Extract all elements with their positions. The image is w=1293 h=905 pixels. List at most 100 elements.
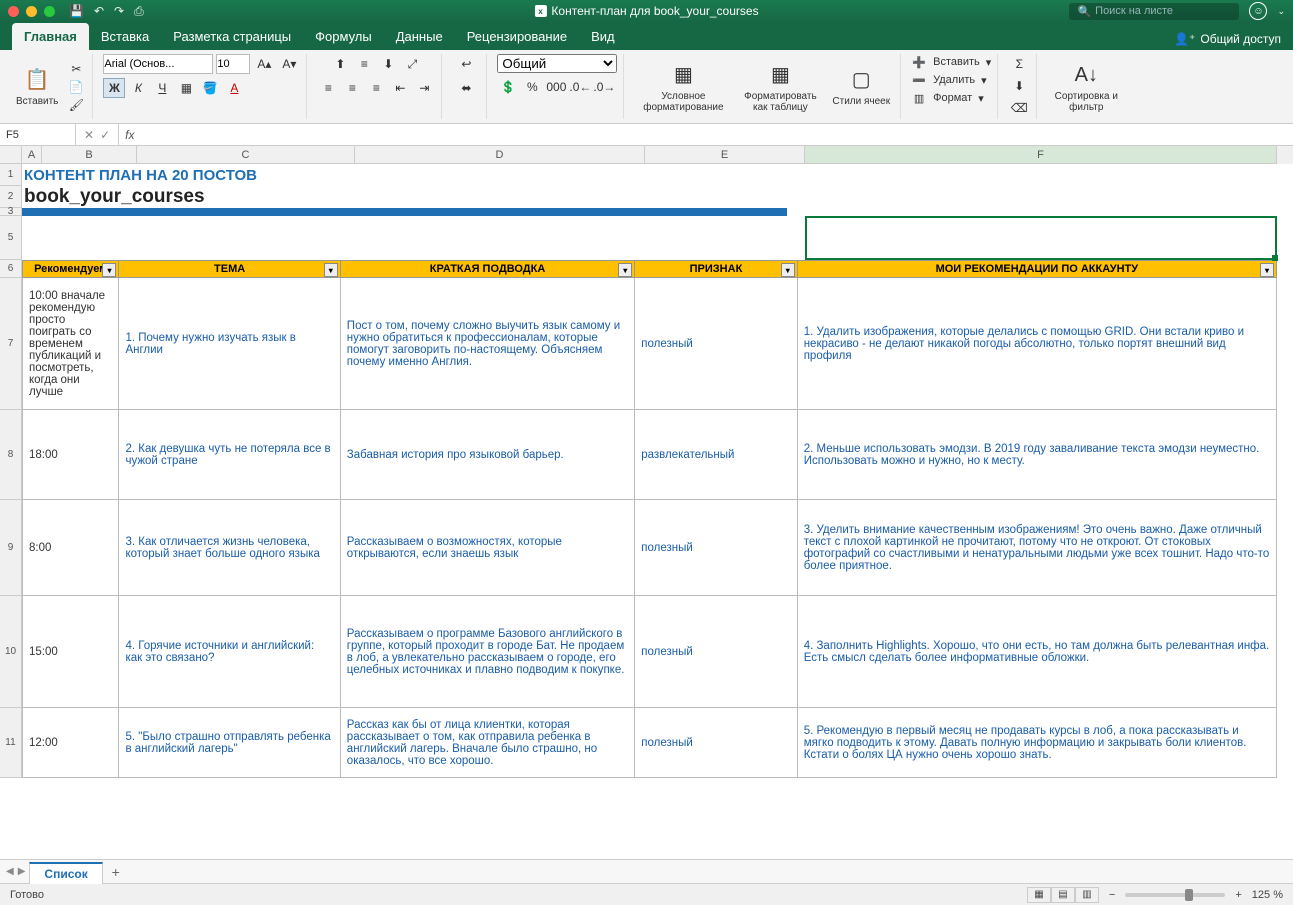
comma-icon[interactable]: 000 <box>545 77 567 97</box>
col-head-e[interactable]: E <box>645 146 805 164</box>
row-head[interactable]: 9 <box>0 500 22 596</box>
filter-icon[interactable]: ▾ <box>1260 263 1274 277</box>
tab-insert[interactable]: Вставка <box>89 23 161 50</box>
cell-tag[interactable]: полезный <box>635 596 797 708</box>
search-sheet-input[interactable]: 🔍 Поиск на листе <box>1069 3 1239 20</box>
cell-tag[interactable]: полезный <box>635 708 797 778</box>
col-head-a[interactable]: A <box>22 146 42 164</box>
cell-time[interactable]: 18:00 <box>23 410 119 500</box>
col-head-d[interactable]: D <box>355 146 645 164</box>
worksheet-area[interactable]: A B C D E F 123567891011 КОНТЕНТ ПЛАН НА… <box>0 146 1293 859</box>
view-normal-icon[interactable]: ▦ <box>1027 887 1051 903</box>
cell-rec[interactable]: 5. Рекомендую в первый месяц не продават… <box>797 708 1276 778</box>
decrease-font-icon[interactable]: A▾ <box>278 54 300 74</box>
tab-formulas[interactable]: Формулы <box>303 23 384 50</box>
cell-topic[interactable]: 4. Горячие источники и английский: как э… <box>119 596 340 708</box>
zoom-in-button[interactable]: + <box>1235 889 1241 901</box>
increase-font-icon[interactable]: A▴ <box>253 54 275 74</box>
format-as-table-button[interactable]: ▦ Форматировать как таблицу <box>736 59 824 115</box>
percent-icon[interactable]: % <box>521 77 543 97</box>
filter-icon[interactable]: ▾ <box>618 263 632 277</box>
cell-time[interactable]: 8:00 <box>23 500 119 596</box>
row-head[interactable]: 10 <box>0 596 22 708</box>
align-bottom-icon[interactable]: ⬇ <box>377 54 399 74</box>
row-head[interactable]: 1 <box>0 164 22 186</box>
add-sheet-button[interactable]: + <box>107 863 125 881</box>
view-page-break-icon[interactable]: ▥ <box>1075 887 1099 903</box>
align-center-icon[interactable]: ≡ <box>341 78 363 98</box>
zoom-out-button[interactable]: − <box>1109 889 1115 901</box>
print-icon[interactable]: ⎙ <box>134 4 144 19</box>
active-cell[interactable] <box>805 216 1277 260</box>
th-time[interactable]: Рекомендуем▾ <box>23 261 119 278</box>
cell-rec[interactable]: 2. Меньше использовать эмодзи. В 2019 го… <box>797 410 1276 500</box>
zoom-thumb[interactable] <box>1185 889 1193 901</box>
conditional-format-button[interactable]: ▦ Условное форматирование <box>634 59 732 115</box>
currency-icon[interactable]: 💲 <box>497 77 519 97</box>
maximize-window[interactable] <box>44 6 55 17</box>
redo-icon[interactable]: ↷ <box>114 4 124 18</box>
feedback-icon[interactable]: ☺ <box>1249 2 1267 20</box>
cancel-formula-icon[interactable]: ✕ <box>84 128 94 142</box>
cell-lead[interactable]: Пост о том, почему сложно выучить язык с… <box>340 278 634 410</box>
orientation-icon[interactable]: ⤢ <box>401 54 423 74</box>
sheet-nav-next-icon[interactable]: ▶ <box>18 866 26 877</box>
chevron-down-icon[interactable]: ⌄ <box>1277 6 1285 17</box>
zoom-slider[interactable] <box>1125 893 1225 897</box>
row-head[interactable]: 6 <box>0 260 22 278</box>
row-head[interactable]: 8 <box>0 410 22 500</box>
insert-cells-button[interactable]: ➕Вставить ▾ <box>911 54 991 70</box>
select-all-corner[interactable] <box>0 146 22 164</box>
cell-topic[interactable]: 5. "Было страшно отправлять ребенка в ан… <box>119 708 340 778</box>
cell-topic[interactable]: 3. Как отличается жизнь человека, которы… <box>119 500 340 596</box>
cell-tag[interactable]: развлекательный <box>635 410 797 500</box>
copy-icon[interactable]: 📄 <box>66 79 86 95</box>
tab-review[interactable]: Рецензирование <box>455 23 579 50</box>
tab-layout[interactable]: Разметка страницы <box>161 23 303 50</box>
fill-icon[interactable]: ⬇ <box>1008 76 1030 96</box>
borders-button[interactable]: ▦ <box>175 78 197 98</box>
cut-icon[interactable]: ✂ <box>66 61 86 77</box>
cell-tag[interactable]: полезный <box>635 278 797 410</box>
font-color-button[interactable]: A <box>223 78 245 98</box>
format-cells-button[interactable]: ▥Формат ▾ <box>911 90 984 106</box>
row-head[interactable]: 2 <box>0 186 22 208</box>
cell-lead[interactable]: Рассказываем о программе Базового англий… <box>340 596 634 708</box>
number-format-select[interactable]: Общий <box>497 54 617 73</box>
align-right-icon[interactable]: ≡ <box>365 78 387 98</box>
cell-rec[interactable]: 4. Заполнить Highlights. Хорошо, что они… <box>797 596 1276 708</box>
underline-button[interactable]: Ч <box>151 78 173 98</box>
cell-lead[interactable]: Забавная история про языковой барьер. <box>340 410 634 500</box>
row-head[interactable]: 11 <box>0 708 22 778</box>
row-head[interactable]: 7 <box>0 278 22 410</box>
col-head-c[interactable]: C <box>137 146 355 164</box>
tab-home[interactable]: Главная <box>12 23 89 50</box>
inc-decimal-icon[interactable]: .0← <box>569 77 591 97</box>
filter-icon[interactable]: ▾ <box>324 263 338 277</box>
row-head[interactable]: 3 <box>0 208 22 216</box>
cell-rec[interactable]: 1. Удалить изображения, которые делались… <box>797 278 1276 410</box>
cell-time[interactable]: 10:00 вначале рекомендую просто поиграть… <box>23 278 119 410</box>
zoom-level[interactable]: 125 % <box>1252 889 1283 901</box>
align-middle-icon[interactable]: ≡ <box>353 54 375 74</box>
font-name-input[interactable] <box>103 54 213 74</box>
cell-time[interactable]: 15:00 <box>23 596 119 708</box>
cell-lead[interactable]: Рассказ как бы от лица клиентки, которая… <box>340 708 634 778</box>
paste-button[interactable]: 📋 Вставить <box>12 64 62 109</box>
bold-button[interactable]: Ж <box>103 78 125 98</box>
col-head-b[interactable]: B <box>42 146 137 164</box>
filter-icon[interactable]: ▾ <box>102 263 116 277</box>
filter-icon[interactable]: ▾ <box>781 263 795 277</box>
cell-topic[interactable]: 2. Как девушка чуть не потеряла все в чу… <box>119 410 340 500</box>
fx-icon[interactable]: fx <box>119 128 134 142</box>
undo-icon[interactable]: ↶ <box>94 4 104 18</box>
font-size-input[interactable] <box>216 54 250 74</box>
th-topic[interactable]: ТЕМА▾ <box>119 261 340 278</box>
align-left-icon[interactable]: ≡ <box>317 78 339 98</box>
sheet-tab-active[interactable]: Список <box>29 862 102 884</box>
fill-color-button[interactable]: 🪣 <box>199 78 221 98</box>
cell-styles-button[interactable]: ▢ Стили ячеек <box>828 64 894 109</box>
share-button[interactable]: 👤⁺ Общий доступ <box>1174 32 1281 46</box>
name-box[interactable]: F5 <box>0 124 76 145</box>
th-tag[interactable]: ПРИЗНАК▾ <box>635 261 797 278</box>
